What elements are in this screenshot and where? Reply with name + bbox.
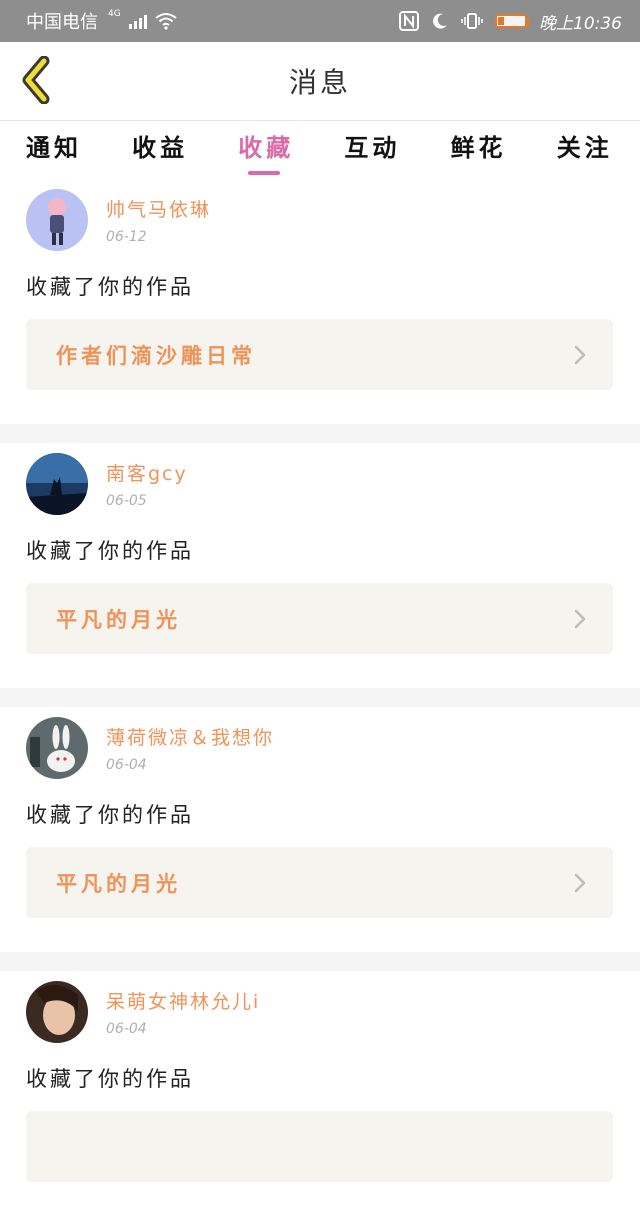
user-name[interactable]: 帅气马依琳 [106,195,211,222]
list-item: 南客gcy 06-05 收藏了你的作品 平凡的月光 [0,443,640,688]
tab-earnings[interactable]: 收益 [132,121,238,179]
vibrate-icon [461,13,483,29]
tab-follows[interactable]: 关注 [557,121,640,179]
work-title: 平凡的月光 [56,607,181,632]
status-bar: 中国电信 4G 晚上10:36 [0,0,640,42]
avatar[interactable] [26,189,88,251]
network-type: 4G [108,9,121,19]
timestamp: 06-04 [106,757,147,773]
nfc-icon [399,11,419,31]
anime-girl-avatar-icon [26,189,88,251]
rabbit-avatar-icon [26,717,88,779]
page-title: 消息 [288,66,351,99]
user-name[interactable]: 呆萌女神林允儿i [106,987,260,1014]
action-text: 收藏了你的作品 [26,803,194,827]
tab-label: 鲜花 [450,134,507,162]
list-item: 薄荷微凉＆我想你 06-04 收藏了你的作品 平凡的月光 [0,707,640,952]
action-text: 收藏了你的作品 [26,1067,194,1091]
work-link[interactable]: 作者们滴沙雕日常 [26,319,613,390]
tab-interactions[interactable]: 互动 [344,121,450,179]
action-text: 收藏了你的作品 [26,539,194,563]
status-left: 中国电信 4G [26,8,177,34]
back-button[interactable] [14,54,60,106]
avatar[interactable] [26,717,88,779]
tab-label: 关注 [556,134,613,162]
work-title: 平凡的月光 [56,871,181,896]
tab-label: 收益 [132,134,189,162]
work-link[interactable]: 平凡的月光 [26,583,613,654]
tab-notifications[interactable]: 通知 [26,121,132,179]
tab-label: 互动 [344,134,401,162]
favorites-feed: 帅气马依琳 06-12 收藏了你的作品 作者们滴沙雕日常 南客gcy 06-05… [0,179,640,1216]
status-time: 晚上10:36 [539,13,622,34]
chevron-right-icon [573,608,587,630]
tab-label: 收藏 [238,134,295,162]
carrier-name: 中国电信 [26,12,98,33]
header-bar: 消息 [0,42,640,121]
list-item: 呆萌女神林允儿i 06-04 收藏了你的作品 [0,971,640,1216]
work-link[interactable] [26,1111,613,1182]
tab-favorites[interactable]: 收藏 [238,121,344,179]
chevron-right-icon [573,344,587,366]
divider [0,424,640,443]
list-item: 帅气马依琳 06-12 收藏了你的作品 作者们滴沙雕日常 [0,179,640,424]
chevron-left-icon [22,56,50,104]
status-right: 晚上10:36 [399,9,622,34]
signal-icon [128,13,147,29]
divider [0,952,640,971]
work-link[interactable]: 平凡的月光 [26,847,613,918]
timestamp: 06-04 [106,1021,147,1037]
avatar[interactable] [26,453,88,515]
battery-icon [495,14,530,28]
active-tab-indicator [248,171,281,175]
user-name[interactable]: 南客gcy [106,459,188,486]
timestamp: 06-12 [106,229,147,245]
user-name[interactable]: 薄荷微凉＆我想你 [106,723,274,750]
work-title: 作者们滴沙雕日常 [56,343,256,368]
moon-icon [433,13,447,29]
action-text: 收藏了你的作品 [26,275,194,299]
divider [0,688,640,707]
tab-flowers[interactable]: 鲜花 [451,121,557,179]
avatar[interactable] [26,981,88,1043]
wifi-icon [155,13,177,30]
tab-label: 通知 [26,134,82,162]
wolf-night-avatar-icon [26,453,88,515]
timestamp: 06-05 [106,493,147,509]
chevron-right-icon [573,872,587,894]
portrait-avatar-icon [26,981,88,1043]
tab-bar: 通知 收益 收藏 互动 鲜花 关注 [0,121,640,179]
